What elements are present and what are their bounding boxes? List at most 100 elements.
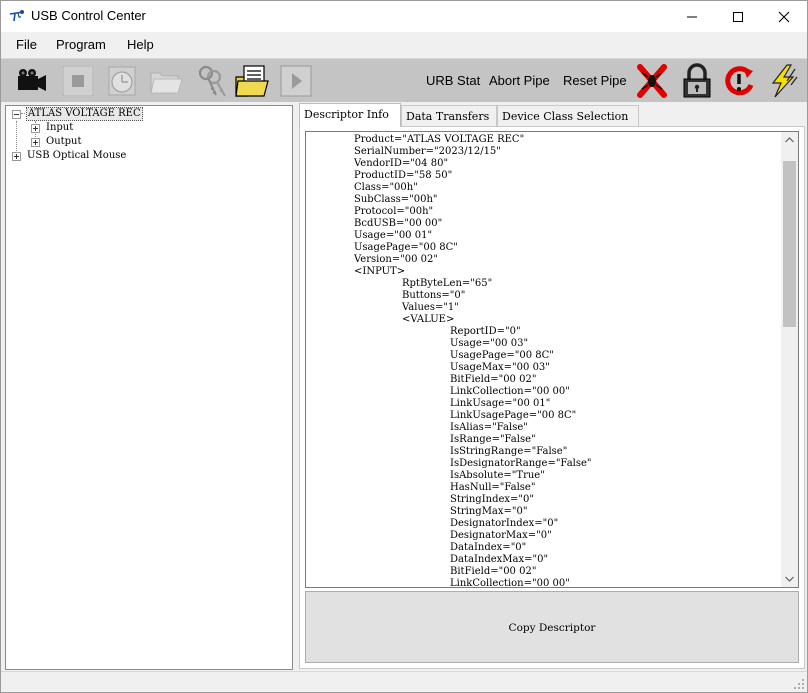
tab-data-transfers[interactable]: Data Transfers (401, 105, 497, 126)
menu-program[interactable]: Program (56, 37, 106, 52)
vertical-scrollbar[interactable] (781, 132, 798, 587)
descriptor-line: ReportID="0" (450, 326, 521, 337)
lightning-icon (771, 64, 798, 98)
scroll-thumb[interactable] (783, 161, 796, 327)
status-bar (1, 671, 807, 692)
maximize-icon (733, 12, 743, 22)
abort-button[interactable] (633, 62, 671, 100)
document-button[interactable] (233, 62, 271, 100)
maximize-button[interactable] (715, 1, 761, 32)
scroll-up-icon[interactable] (785, 137, 794, 143)
folder-icon (150, 72, 183, 94)
timer-icon (108, 66, 136, 96)
descriptor-line: SubClass="00h" (354, 194, 438, 205)
descriptor-line: VendorID="04 80" (354, 158, 449, 169)
descriptor-line: SerialNumber="2023/12/15" (354, 146, 501, 157)
descriptor-line: BcdUSB="00 00" (354, 218, 443, 229)
descriptor-line: Version="00 02" (354, 254, 438, 265)
tree-label-device2[interactable]: USB Optical Mouse (27, 150, 126, 162)
run-button[interactable] (277, 62, 315, 100)
descriptor-line: UsagePage="00 8C" (354, 242, 458, 253)
abort-x-icon (637, 64, 667, 98)
menu-file[interactable]: File (16, 37, 37, 52)
resize-grip-icon[interactable] (793, 678, 805, 690)
camera-icon (18, 69, 46, 91)
reset-icon (725, 66, 754, 96)
descriptor-line: HasNull="False" (450, 482, 536, 493)
descriptor-line: <VALUE> (402, 314, 455, 325)
right-panel: Descriptor Info Data Transfers Device Cl… (297, 102, 807, 670)
reset-pipe-button[interactable]: Reset Pipe (563, 73, 627, 88)
descriptor-line: Usage="00 03" (450, 338, 529, 349)
minimize-button[interactable] (669, 1, 715, 32)
menu-help[interactable]: Help (127, 37, 154, 52)
descriptor-line: <INPUT> (354, 266, 406, 277)
open-folder-button[interactable] (147, 62, 185, 100)
descriptor-line: IsRange="False" (450, 434, 536, 445)
descriptor-line: Class="00h" (354, 182, 418, 193)
descriptor-line: LinkUsage="00 01" (450, 398, 551, 409)
descriptor-line: IsAlias="False" (450, 422, 528, 433)
reset-button[interactable] (720, 62, 758, 100)
keys-icon (198, 65, 226, 97)
descriptor-line: RptByteLen="65" (402, 278, 493, 289)
descriptor-line: LinkUsagePage="00 8C" (450, 410, 577, 421)
document-icon (235, 65, 269, 97)
timer-button[interactable] (103, 62, 141, 100)
descriptor-line: Protocol="00h" (354, 206, 434, 217)
copy-descriptor-label: Copy Descriptor (508, 622, 596, 634)
descriptor-line: UsageMax="00 03" (450, 362, 550, 373)
expand-icon[interactable] (31, 124, 40, 133)
menu-bar: File Program Help (1, 32, 807, 58)
descriptor-line: LinkCollection="00 00" (450, 578, 570, 588)
descriptor-line: StringMax="0" (450, 506, 528, 517)
title-bar[interactable]: USB Control Center (1, 1, 807, 32)
abort-pipe-button[interactable]: Abort Pipe (489, 73, 550, 88)
descriptor-line: StringIndex="0" (450, 494, 534, 505)
descriptor-line: Values="1" (402, 302, 459, 313)
tree-label-input[interactable]: Input (46, 122, 73, 134)
stop-button[interactable] (59, 62, 97, 100)
capture-button[interactable] (13, 62, 51, 100)
descriptor-line: DesignatorMax="0" (450, 530, 552, 541)
descriptor-line: IsDesignatorRange="False" (450, 458, 592, 469)
descriptor-line: LinkCollection="00 00" (450, 386, 570, 397)
tree-label-device1[interactable]: ATLAS VOLTAGE REC (26, 107, 143, 121)
collapse-icon[interactable] (12, 110, 21, 119)
app-window: USB Control Center File Program Help URB… (0, 0, 808, 693)
descriptor-line: Buttons="0" (402, 290, 466, 301)
descriptor-text[interactable]: Product="ATLAS VOLTAGE REC" SerialNumber=… (305, 131, 799, 588)
descriptor-line: Usage="00 01" (354, 230, 433, 241)
scroll-down-icon[interactable] (785, 576, 794, 582)
descriptor-line: BitField="00 02" (450, 566, 537, 577)
tree-label-output[interactable]: Output (46, 136, 82, 148)
close-button[interactable] (761, 1, 807, 32)
copy-descriptor-button[interactable]: Copy Descriptor (305, 591, 799, 663)
device-tree[interactable]: ATLAS VOLTAGE REC Input Output USB Optic… (5, 105, 293, 670)
lock-icon (683, 63, 711, 98)
play-icon (280, 65, 312, 97)
minimize-icon (687, 16, 697, 18)
tab-descriptor-info[interactable]: Descriptor Info (299, 103, 401, 127)
descriptor-line: BitField="00 02" (450, 374, 537, 385)
close-icon (778, 11, 790, 23)
descriptor-line: DataIndex="0" (450, 542, 527, 553)
urb-stat-button[interactable]: URB Stat (426, 73, 480, 88)
expand-icon[interactable] (12, 152, 21, 161)
descriptor-line: Product="ATLAS VOLTAGE REC" (354, 134, 525, 145)
stop-icon (62, 65, 94, 97)
descriptor-line: UsagePage="00 8C" (450, 350, 554, 361)
app-usb-icon (9, 10, 24, 22)
lock-button[interactable] (678, 62, 716, 100)
descriptor-line: DesignatorIndex="0" (450, 518, 559, 529)
descriptor-line: IsStringRange="False" (450, 446, 568, 457)
descriptor-line: DataIndexMax="0" (450, 554, 549, 565)
expand-icon[interactable] (31, 138, 40, 147)
toolbar: URB Stat Abort Pipe Reset Pipe (1, 58, 807, 102)
descriptor-line: IsAbsolute="True" (450, 470, 545, 481)
window-title: USB Control Center (31, 8, 146, 23)
keys-button[interactable] (193, 62, 231, 100)
tab-device-class-selection[interactable]: Device Class Selection (497, 105, 639, 126)
power-button[interactable] (764, 62, 802, 100)
descriptor-line: ProductID="58 50" (354, 170, 453, 181)
